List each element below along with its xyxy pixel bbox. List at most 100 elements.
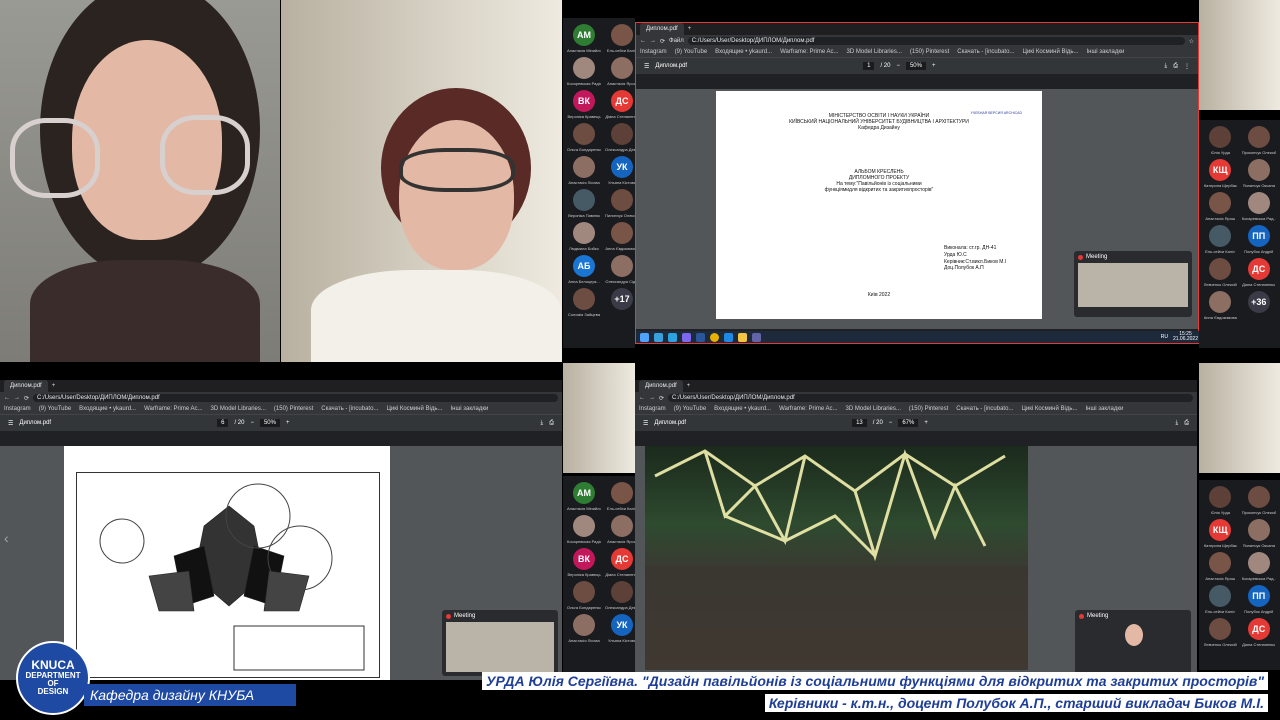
participant-tile[interactable]: Ель-сейхи Каліл xyxy=(605,482,639,511)
participant-tile[interactable]: Косаревская Радіо... xyxy=(567,515,601,544)
participant-tile[interactable]: +36 xyxy=(1242,291,1277,320)
participant-tile[interactable]: Ольга Бондаренко xyxy=(567,123,601,152)
participant-tile[interactable]: ДС Діана Степаненко xyxy=(605,548,639,577)
app-icon[interactable] xyxy=(696,332,705,342)
participant-tile[interactable]: Анастасія Ярош xyxy=(605,515,639,544)
bookmark-item[interactable]: (9) YouTube xyxy=(674,406,706,412)
participant-tile[interactable]: АБ Анна Белоцерк... xyxy=(567,255,601,284)
teams-icon[interactable] xyxy=(752,332,761,342)
bookmark-item[interactable]: Warframe: Prime Ac... xyxy=(780,49,838,55)
star-icon[interactable]: ☆ xyxy=(1189,38,1194,45)
folder-icon[interactable] xyxy=(738,332,747,342)
participant-tile[interactable]: Прокопчук Олексій xyxy=(1242,126,1277,155)
reload-icon[interactable]: ⟳ xyxy=(659,395,664,402)
bookmark-item[interactable]: 3D Model Libraries... xyxy=(846,406,901,412)
browser-tab[interactable]: Диплом.pdf xyxy=(639,380,683,392)
app-icon[interactable] xyxy=(668,332,677,342)
bookmark-item[interactable]: 3D Model Libraries... xyxy=(211,406,266,412)
page-input[interactable]: 13 xyxy=(852,419,867,427)
participant-tile[interactable]: ПП Полубок Андрій xyxy=(1242,585,1277,614)
participant-tile[interactable]: Олександра Сід... xyxy=(605,255,639,284)
participant-tile[interactable]: Анастасія Лісова xyxy=(567,614,601,643)
participant-tile[interactable]: Юлія Урда xyxy=(1203,126,1238,155)
bookmark-item[interactable]: (9) YouTube xyxy=(675,49,707,55)
bookmark-item[interactable]: 3D Model Libraries... xyxy=(847,49,902,55)
zoom-out-icon[interactable]: − xyxy=(250,420,254,426)
bookmark-item[interactable]: Цикі Косминй Відь... xyxy=(1022,49,1078,55)
page-input[interactable]: 1 xyxy=(863,62,875,70)
participant-tile[interactable]: УК Ульяна Кістова xyxy=(605,614,639,643)
meeting-mini-window[interactable]: Meeting xyxy=(1074,251,1192,317)
menu-icon[interactable]: ☰ xyxy=(644,63,649,70)
download-icon[interactable]: ⤓ xyxy=(1165,63,1168,70)
download-icon[interactable]: ⤓ xyxy=(541,420,544,427)
bookmark-item[interactable]: Скачать - [incubato... xyxy=(956,406,1013,412)
menu-icon[interactable]: ☰ xyxy=(8,420,13,427)
zoom-input[interactable]: 67% xyxy=(898,419,919,427)
page-input[interactable]: 6 xyxy=(217,419,229,427)
participant-tile[interactable]: Левченко Олексій xyxy=(1203,618,1238,647)
more-icon[interactable]: ⋮ xyxy=(1184,63,1190,70)
zoom-out-icon[interactable]: − xyxy=(896,63,900,69)
participant-tile[interactable]: ДС Діана Степаненко xyxy=(1242,258,1277,287)
bookmark-item[interactable]: Інші закладки xyxy=(1085,406,1123,412)
back-icon[interactable]: ← xyxy=(640,38,646,44)
participant-tile[interactable]: Ель-сейхи Каліл xyxy=(1203,225,1238,254)
bookmark-item[interactable]: Інші закладки xyxy=(1086,49,1124,55)
browser-tab[interactable]: Диплом.pdf xyxy=(4,380,48,392)
download-icon[interactable]: ⤓ xyxy=(1176,420,1179,427)
participant-tile[interactable]: Анастасія Ярош xyxy=(1203,552,1238,581)
participant-tile[interactable]: Вероніка Павлюк xyxy=(567,189,601,218)
participant-tile[interactable]: Олександра Дем... xyxy=(605,123,639,152)
bookmark-item[interactable]: Instagram xyxy=(640,49,667,55)
new-tab-icon[interactable]: + xyxy=(688,26,692,32)
participant-tile[interactable]: Анастасія Ярош xyxy=(605,57,639,86)
participant-tile[interactable]: Косаревська Рад... xyxy=(1242,192,1277,221)
app-icon[interactable] xyxy=(654,332,663,342)
participant-tile[interactable]: КЩ Катерина Щербак xyxy=(1203,519,1238,548)
participant-tile[interactable]: ДС Діана Степаненко xyxy=(605,90,639,119)
forward-icon[interactable]: → xyxy=(649,395,655,401)
bookmark-item[interactable]: Цикі Косминй Відь... xyxy=(386,406,442,412)
browser-tab[interactable]: Диплом.pdf xyxy=(640,23,684,35)
bookmark-item[interactable]: Входящие • ykaurd... xyxy=(714,406,771,412)
lang-indicator[interactable]: RU xyxy=(1161,334,1168,340)
bookmark-item[interactable]: Warframe: Prime Ac... xyxy=(779,406,837,412)
zoom-in-icon[interactable]: + xyxy=(924,420,928,426)
participant-tile[interactable]: Пилипчук Оксана xyxy=(1242,159,1277,188)
meeting-mini-window[interactable]: Meeting xyxy=(442,610,558,676)
participant-tile[interactable]: Соломія Зайцева xyxy=(567,288,601,317)
address-bar[interactable]: C:/Users/User/Desktop/ДИПЛОМ/Диплом.pdf xyxy=(33,394,558,402)
bookmark-item[interactable]: Входящие • ykaurd... xyxy=(79,406,136,412)
zoom-in-icon[interactable]: + xyxy=(932,63,936,69)
prev-arrow-icon[interactable]: ‹ xyxy=(4,530,9,546)
participant-tile[interactable]: ДС Діана Степаненко xyxy=(1242,618,1277,647)
zoom-in-icon[interactable]: + xyxy=(286,420,290,426)
back-icon[interactable]: ← xyxy=(4,395,10,401)
participant-tile[interactable]: Анастасія Лісова xyxy=(567,156,601,185)
chrome-icon[interactable] xyxy=(710,332,719,342)
zoom-input[interactable]: 50% xyxy=(905,62,926,70)
participant-tile[interactable]: Юлія Урда xyxy=(1203,486,1238,515)
participant-tile[interactable]: Ель-сейхи Каліл xyxy=(605,24,639,53)
start-icon[interactable] xyxy=(640,332,649,342)
reload-icon[interactable]: ⟳ xyxy=(24,395,29,402)
zoom-out-icon[interactable]: − xyxy=(889,420,893,426)
meeting-mini-window[interactable]: Meeting xyxy=(1075,610,1191,676)
participant-tile[interactable]: ВК Вероніка Кравець xyxy=(567,548,601,577)
bookmark-item[interactable]: Входящие • ykaurd... xyxy=(715,49,772,55)
bookmark-item[interactable]: Instagram xyxy=(639,406,666,412)
bookmark-item[interactable]: Instagram xyxy=(4,406,31,412)
participant-tile[interactable]: УК Ульяна Кістова xyxy=(605,156,639,185)
back-icon[interactable]: ← xyxy=(639,395,645,401)
participant-tile[interactable]: Пилипчук Оксана xyxy=(1242,519,1277,548)
forward-icon[interactable]: → xyxy=(14,395,20,401)
participant-tile[interactable]: +17 xyxy=(605,288,639,317)
app-icon[interactable] xyxy=(724,332,733,342)
forward-icon[interactable]: → xyxy=(650,38,656,44)
participant-tile[interactable]: Анастасія Ярош xyxy=(1203,192,1238,221)
app-icon[interactable] xyxy=(682,332,691,342)
bookmark-item[interactable]: (150) Pinterest xyxy=(910,49,949,55)
bookmark-item[interactable]: Warframe: Prime Ac... xyxy=(144,406,202,412)
print-icon[interactable]: ⎙ xyxy=(1184,420,1189,427)
